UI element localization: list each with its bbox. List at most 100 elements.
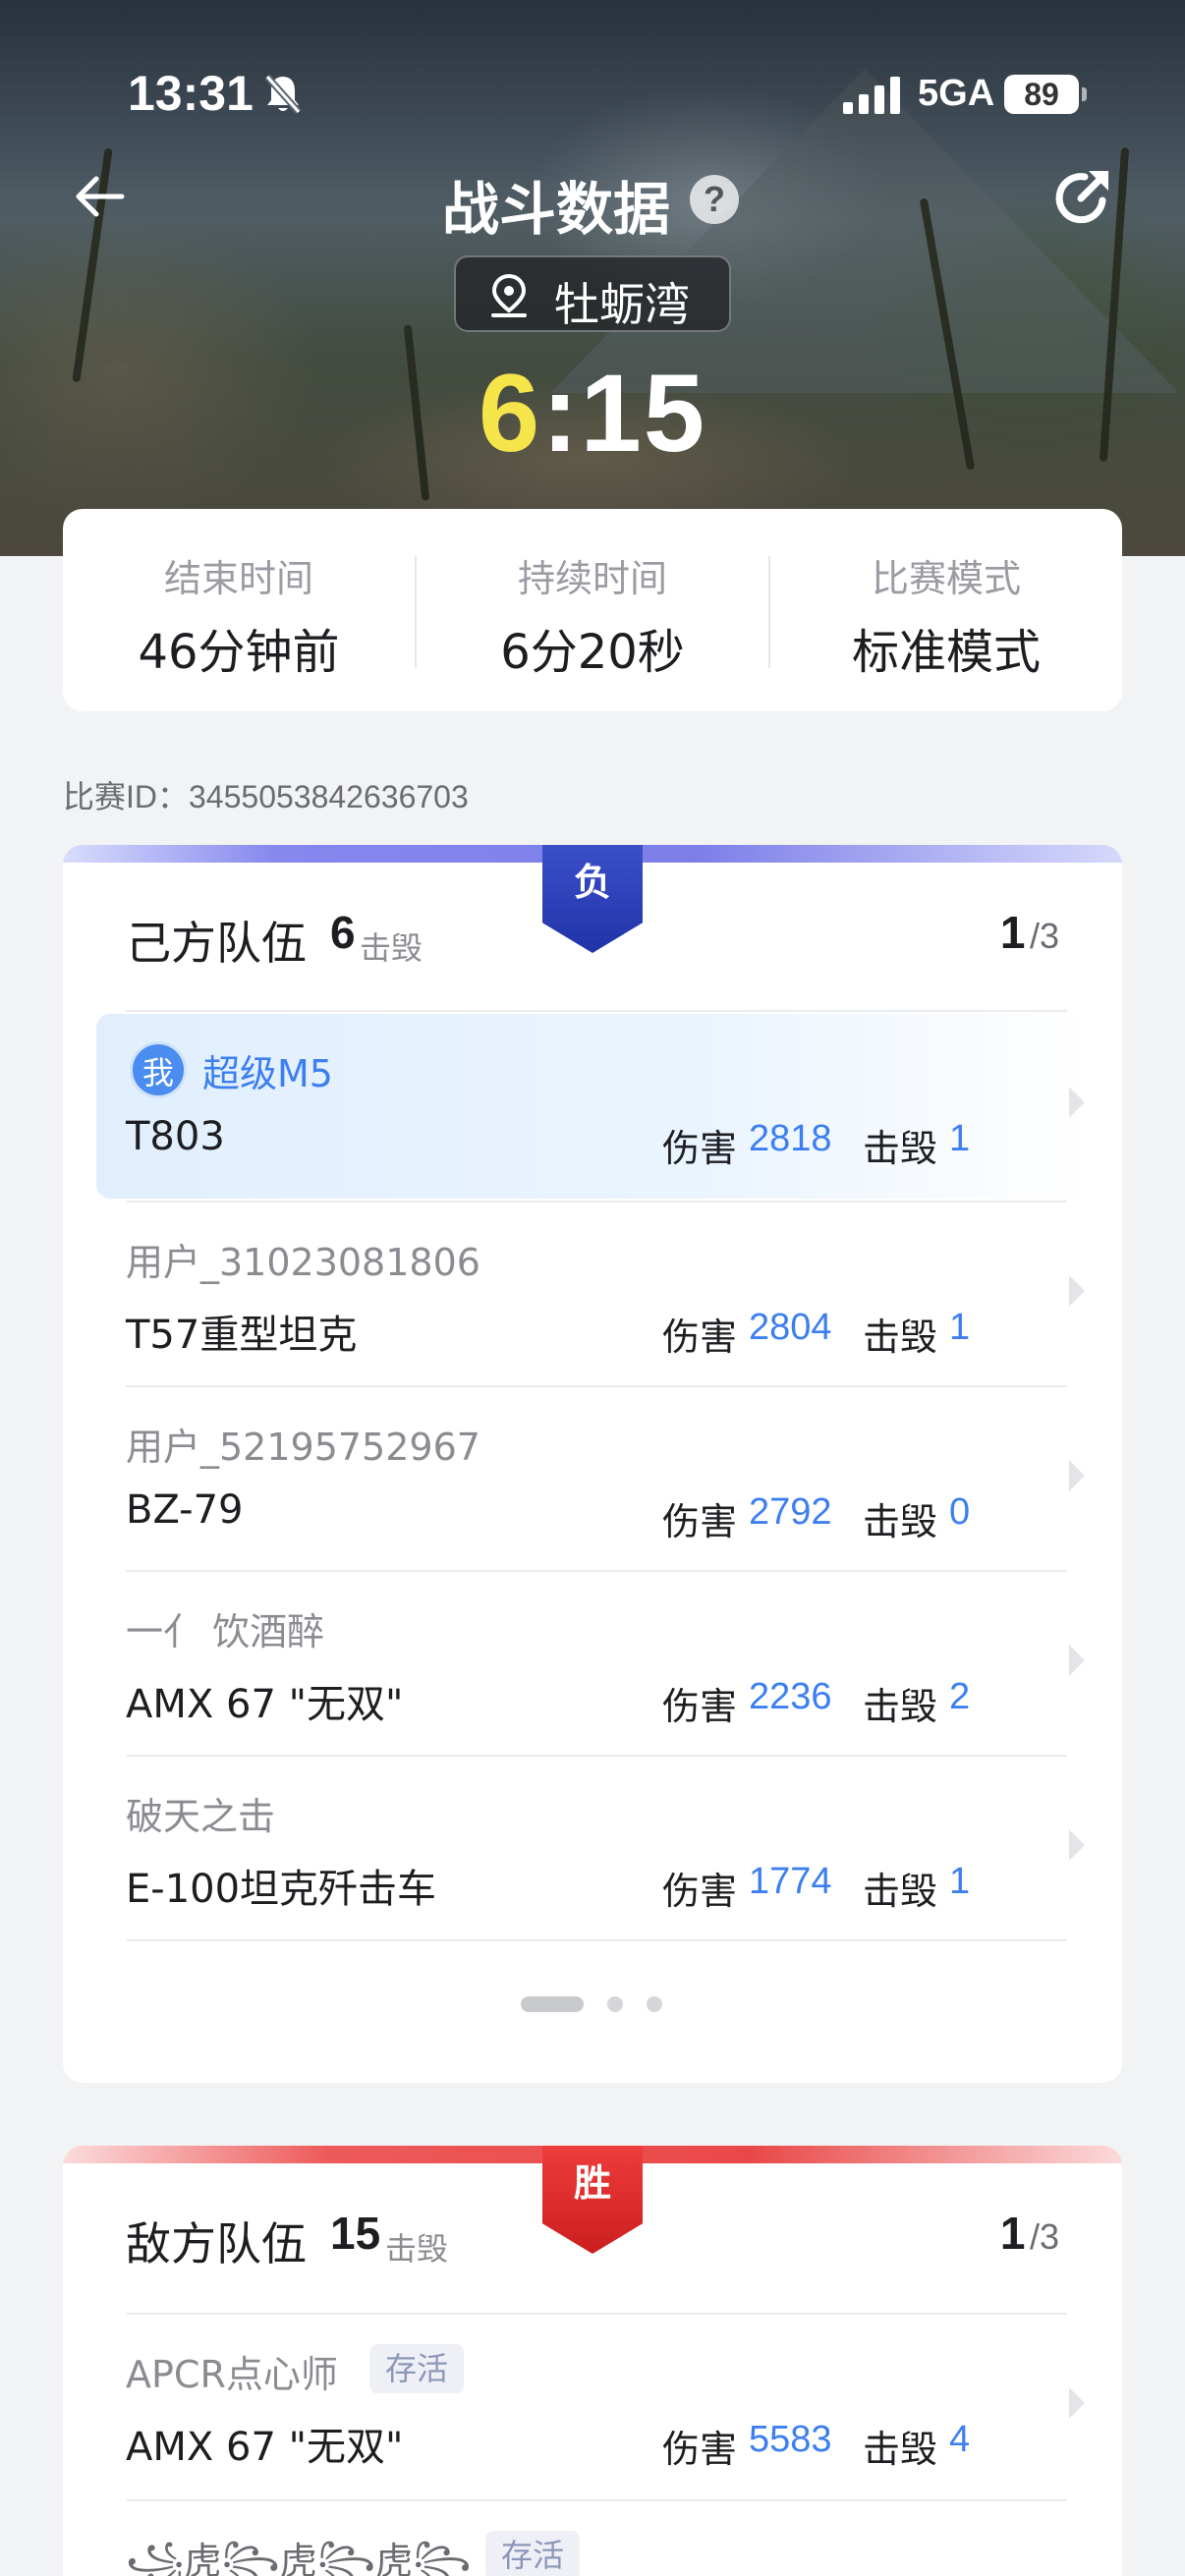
player-name: 破天之击 bbox=[126, 1795, 276, 1838]
info-value: 46分钟前 bbox=[138, 625, 340, 680]
enemy-score: 15 bbox=[580, 352, 707, 475]
player-row[interactable]: 用户_52195752967 BZ-79 伤害 2792 击毁 0 bbox=[96, 1387, 1089, 1572]
alive-tag: 存活 bbox=[485, 2531, 581, 2576]
damage-value: 2818 bbox=[749, 1118, 832, 1159]
battle-score: 6:15 bbox=[0, 350, 1185, 476]
damage-value: 1774 bbox=[749, 1861, 832, 1902]
team-kills: 6 bbox=[330, 907, 356, 958]
pager-total: /3 bbox=[1029, 916, 1059, 956]
page-title: 战斗数据 bbox=[442, 176, 671, 243]
match-id: 比赛ID：3455053842636703 bbox=[63, 779, 469, 814]
battery-icon: 89 bbox=[1004, 75, 1087, 114]
chevron-right-icon bbox=[1069, 1275, 1085, 1307]
player-name: 用户_52195752967 bbox=[126, 1426, 480, 1469]
page-indicator[interactable] bbox=[521, 1996, 717, 2012]
player-row-self[interactable]: 我 超级M5 T803 伤害 2818 击毁 1 bbox=[96, 1014, 1089, 1199]
kills-label: 击毁 bbox=[863, 1316, 938, 1359]
damage-value: 2792 bbox=[749, 1491, 832, 1533]
match-info-card: 结束时间 46分钟前 持续时间 6分20秒 比赛模式 标准模式 bbox=[63, 509, 1122, 711]
help-icon[interactable]: ? bbox=[690, 175, 739, 224]
player-name: 一亻 饮酒醉 bbox=[126, 1610, 325, 1653]
damage-label: 伤害 bbox=[662, 1870, 738, 1913]
tank-name: T803 bbox=[126, 1114, 225, 1159]
status-bar: 13:31 5GA 89 bbox=[0, 59, 1185, 128]
info-value: 标准模式 bbox=[851, 625, 1041, 680]
player-name: 用户_31023081806 bbox=[126, 1241, 480, 1284]
location-pin-icon bbox=[491, 273, 527, 317]
kills-label: 击毁 bbox=[863, 1500, 938, 1543]
pager-current: 1 bbox=[999, 2208, 1026, 2259]
team-pager: 1 /3 bbox=[1000, 2207, 1059, 2260]
damage-value: 5583 bbox=[749, 2419, 832, 2460]
info-duration: 持续时间 6分20秒 bbox=[417, 509, 768, 711]
kills-value: 0 bbox=[949, 1491, 971, 1533]
share-icon[interactable] bbox=[1051, 167, 1112, 228]
kills-label: 击毁 bbox=[863, 1127, 938, 1170]
damage-value: 2804 bbox=[749, 1307, 832, 1348]
info-label: 结束时间 bbox=[163, 557, 313, 600]
divider bbox=[126, 1010, 1067, 1012]
tank-name: T57重型坦克 bbox=[126, 1313, 358, 1358]
damage-label: 伤害 bbox=[662, 1500, 738, 1543]
page-dot[interactable] bbox=[607, 1996, 623, 2012]
kills-label: 击毁 bbox=[863, 1870, 938, 1913]
player-row[interactable]: APCR点心师 存活 AMX 67 "无双" 伤害 5583 击毁 4 bbox=[96, 2315, 1089, 2499]
me-badge: 我 bbox=[130, 1041, 187, 1098]
player-name: APCR点心师 bbox=[126, 2353, 338, 2396]
team-kills: 15 bbox=[330, 2208, 381, 2259]
map-name: 牡蛎湾 bbox=[554, 278, 690, 331]
team-kills-unit: 击毁 bbox=[385, 2230, 449, 2268]
kills-value: 4 bbox=[949, 2419, 971, 2460]
kills-value: 1 bbox=[949, 1861, 971, 1902]
kills-value: 2 bbox=[949, 1676, 971, 1717]
player-row[interactable]: 一亻 饮酒醉 AMX 67 "无双" 伤害 2236 击毁 2 bbox=[96, 1572, 1089, 1757]
info-label: 比赛模式 bbox=[871, 557, 1021, 600]
map-chip: 牡蛎湾 bbox=[454, 255, 731, 332]
tank-name: BZ-79 bbox=[126, 1487, 244, 1533]
kills-value: 1 bbox=[949, 1307, 971, 1348]
status-time: 13:31 bbox=[128, 66, 254, 121]
own-score: 6 bbox=[478, 352, 542, 475]
divider bbox=[126, 1939, 1067, 1941]
chevron-right-icon bbox=[1069, 1829, 1085, 1861]
team-pager: 1 /3 bbox=[1000, 906, 1059, 959]
enemy-team-card: 胜 敌方队伍 15 击毁 1 /3 APCR点心师 存活 AMX 67 "无双"… bbox=[63, 2146, 1122, 2576]
damage-label: 伤害 bbox=[662, 1316, 738, 1359]
network-label: 5GA bbox=[918, 73, 995, 114]
score-separator: : bbox=[541, 352, 581, 475]
pager-current: 1 bbox=[999, 907, 1026, 958]
chevron-right-icon bbox=[1069, 1460, 1085, 1491]
kills-label: 击毁 bbox=[863, 1685, 938, 1728]
team-title: 敌方队伍 bbox=[126, 2217, 307, 2270]
player-name: 超级M5 bbox=[202, 1052, 333, 1095]
own-team-card: 负 己方队伍 6 击毁 1 /3 我 超级M5 T803 伤害 2818 击毁 … bbox=[63, 845, 1122, 2083]
damage-label: 伤害 bbox=[662, 1685, 738, 1728]
page-dot-active[interactable] bbox=[521, 1996, 584, 2012]
team-kills-unit: 击毁 bbox=[360, 929, 423, 967]
tank-name: AMX 67 "无双" bbox=[126, 1682, 404, 1727]
pager-total: /3 bbox=[1029, 2216, 1059, 2257]
tank-name: E-100坦克歼击车 bbox=[126, 1867, 437, 1912]
damage-label: 伤害 bbox=[662, 2428, 738, 2471]
result-badge-lose: 负 bbox=[542, 845, 643, 953]
info-mode: 比赛模式 标准模式 bbox=[770, 509, 1122, 711]
result-badge-win: 胜 bbox=[542, 2146, 643, 2254]
player-row[interactable]: 破天之击 E-100坦克歼击车 伤害 1774 击毁 1 bbox=[96, 1757, 1089, 1941]
player-row[interactable]: ꧁虎꧂虎꧂虎꧂ 存活 bbox=[96, 2501, 1089, 2576]
alive-tag: 存活 bbox=[369, 2344, 465, 2393]
page-dot[interactable] bbox=[647, 1996, 662, 2012]
bell-slash-icon bbox=[264, 74, 302, 115]
back-arrow-icon[interactable] bbox=[71, 167, 130, 226]
team-title: 己方队伍 bbox=[126, 917, 307, 970]
player-name: ꧁虎꧂虎꧂虎꧂ bbox=[126, 2540, 472, 2576]
info-label: 持续时间 bbox=[517, 557, 667, 600]
info-value: 6分20秒 bbox=[500, 625, 685, 680]
signal-icon bbox=[843, 77, 900, 114]
chevron-right-icon bbox=[1069, 1087, 1085, 1118]
kills-value: 1 bbox=[949, 1118, 971, 1159]
kills-label: 击毁 bbox=[863, 2428, 938, 2471]
tank-name: AMX 67 "无双" bbox=[126, 2425, 404, 2470]
player-row[interactable]: 用户_31023081806 T57重型坦克 伤害 2804 击毁 1 bbox=[96, 1203, 1089, 1387]
damage-label: 伤害 bbox=[662, 1127, 738, 1170]
info-end-time: 结束时间 46分钟前 bbox=[63, 509, 415, 711]
